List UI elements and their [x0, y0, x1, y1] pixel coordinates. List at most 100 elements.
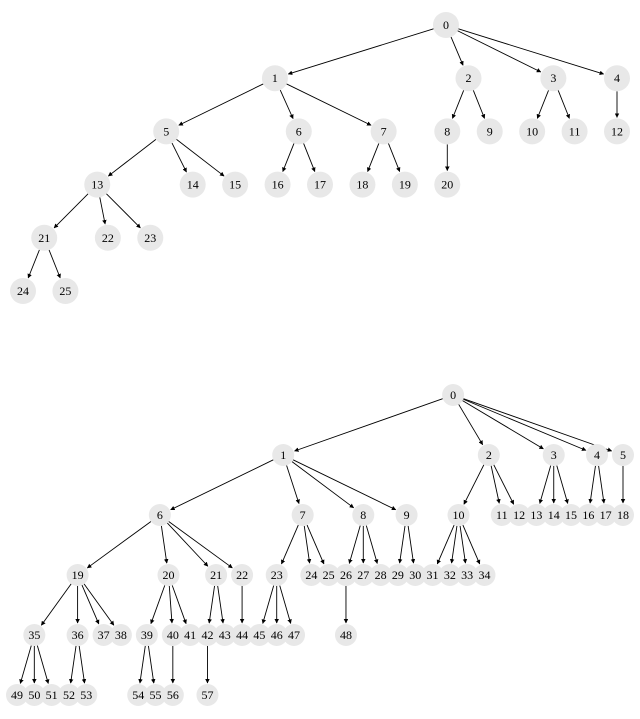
tree-edge: [79, 646, 84, 683]
tree-node-label: 23: [271, 568, 283, 582]
tree-edge: [287, 465, 299, 503]
tree-edge: [494, 465, 514, 504]
tree-node-label: 2: [486, 448, 492, 462]
tree-node-label: 4: [594, 448, 600, 462]
tree-edge: [20, 646, 31, 684]
tree-node-label: 50: [28, 688, 40, 702]
tree-node-label: 21: [38, 231, 50, 245]
tree-edge: [167, 523, 208, 566]
tree-node-label: 51: [46, 688, 58, 702]
tree-edge: [28, 250, 39, 278]
tree-node-label: 20: [441, 178, 453, 192]
tree-node-label: 44: [236, 628, 248, 642]
tree-node-label: 47: [288, 628, 300, 642]
tree-node-label: 8: [444, 124, 450, 138]
tree-edge: [280, 586, 291, 624]
tree-edge: [463, 399, 611, 451]
tree-node-label: 11: [496, 508, 508, 522]
tree-node-label: 3: [551, 448, 557, 462]
tree-edge: [464, 465, 484, 504]
tree-edge: [368, 143, 379, 171]
tree-node-label: 40: [167, 628, 179, 642]
tree-node-label: 12: [513, 508, 525, 522]
tree-node-label: 30: [409, 568, 421, 582]
tree-node-label: 5: [163, 124, 169, 138]
tree-diagram-canvas: 0123456789101112131415161718192021222324…: [0, 0, 640, 719]
tree-node-label: 34: [478, 568, 490, 582]
tree-node-label: 4: [614, 71, 620, 85]
tree-edge: [400, 526, 405, 563]
tree-node-label: 10: [526, 124, 538, 138]
tree-edge: [388, 143, 399, 171]
tree-node-label: 10: [453, 508, 465, 522]
tree-edge: [179, 84, 263, 125]
tree-edge: [473, 90, 484, 118]
tree-node-label: 52: [63, 688, 75, 702]
tree-node-label: 43: [219, 628, 231, 642]
tree-edge: [84, 584, 114, 625]
tree-edge: [452, 90, 463, 118]
tree-node-label: 24: [17, 284, 29, 298]
tree-node-label: 27: [357, 568, 369, 582]
tree-edge: [293, 460, 396, 510]
tree-edge: [280, 90, 293, 119]
tree-edge: [172, 585, 186, 623]
tree-node-label: 16: [272, 178, 284, 192]
tree-node-label: 7: [381, 124, 387, 138]
tree-node-label: 23: [144, 231, 156, 245]
tree-node-label: 48: [340, 628, 352, 642]
tree-edge: [106, 194, 140, 228]
tree-node-label: 17: [314, 178, 326, 192]
tree-node-label: 6: [296, 124, 302, 138]
tree-node-label: 9: [487, 124, 493, 138]
tree-node-label: 42: [201, 628, 213, 642]
tree-node-label: 36: [72, 628, 84, 642]
tree-node-label: 13: [530, 508, 542, 522]
tree-node-label: 38: [115, 628, 127, 642]
tree-edge: [283, 143, 294, 171]
tree-edge: [218, 586, 223, 623]
tree-node-label: 9: [404, 508, 410, 522]
tree-node-label: 56: [167, 688, 179, 702]
tree-node-label: 53: [80, 688, 92, 702]
tree-node-label: 1: [280, 448, 286, 462]
tree-edge: [209, 586, 214, 623]
tree-node-label: 31: [427, 568, 439, 582]
tree-edge: [281, 525, 298, 564]
tree-node-label: 15: [229, 178, 241, 192]
tree-node-label: 7: [300, 508, 306, 522]
tree-edge: [540, 466, 551, 504]
tree-node-label: 19: [72, 568, 84, 582]
tree-node-label: 19: [399, 178, 411, 192]
tree-edge: [172, 143, 186, 172]
tree-edge: [463, 525, 480, 564]
tree-edge: [41, 584, 71, 625]
tree-node-label: 0: [443, 18, 449, 32]
tree-node-label: 14: [548, 508, 560, 522]
tree-edge: [437, 525, 454, 564]
tree-node-label: 3: [550, 71, 556, 85]
tree-edge: [460, 526, 465, 563]
tree-edge: [408, 526, 413, 563]
tree-node-label: 18: [356, 178, 368, 192]
tree-node-label: 54: [132, 688, 144, 702]
tree-node-label: 12: [611, 124, 623, 138]
tree-node-label: 25: [323, 568, 335, 582]
tree-node-label: 32: [444, 568, 456, 582]
tree-edge: [451, 37, 463, 65]
tree-node-label: 2: [466, 71, 472, 85]
tree-edge: [148, 646, 153, 683]
tree-node-label: 11: [569, 124, 581, 138]
tree-node-label: 0: [450, 388, 456, 402]
tree-node-label: 33: [461, 568, 473, 582]
tree-edge: [151, 585, 165, 623]
tree-node-label: 41: [184, 628, 196, 642]
tree-edge: [54, 194, 88, 228]
tree-node-label: 25: [59, 284, 71, 298]
tree-node-label: 37: [98, 628, 110, 642]
tree-edge: [100, 197, 105, 224]
tree-node-label: 8: [360, 508, 366, 522]
tree-edge: [537, 90, 548, 118]
tree-edge: [263, 586, 274, 624]
tree-node-label: 17: [600, 508, 612, 522]
